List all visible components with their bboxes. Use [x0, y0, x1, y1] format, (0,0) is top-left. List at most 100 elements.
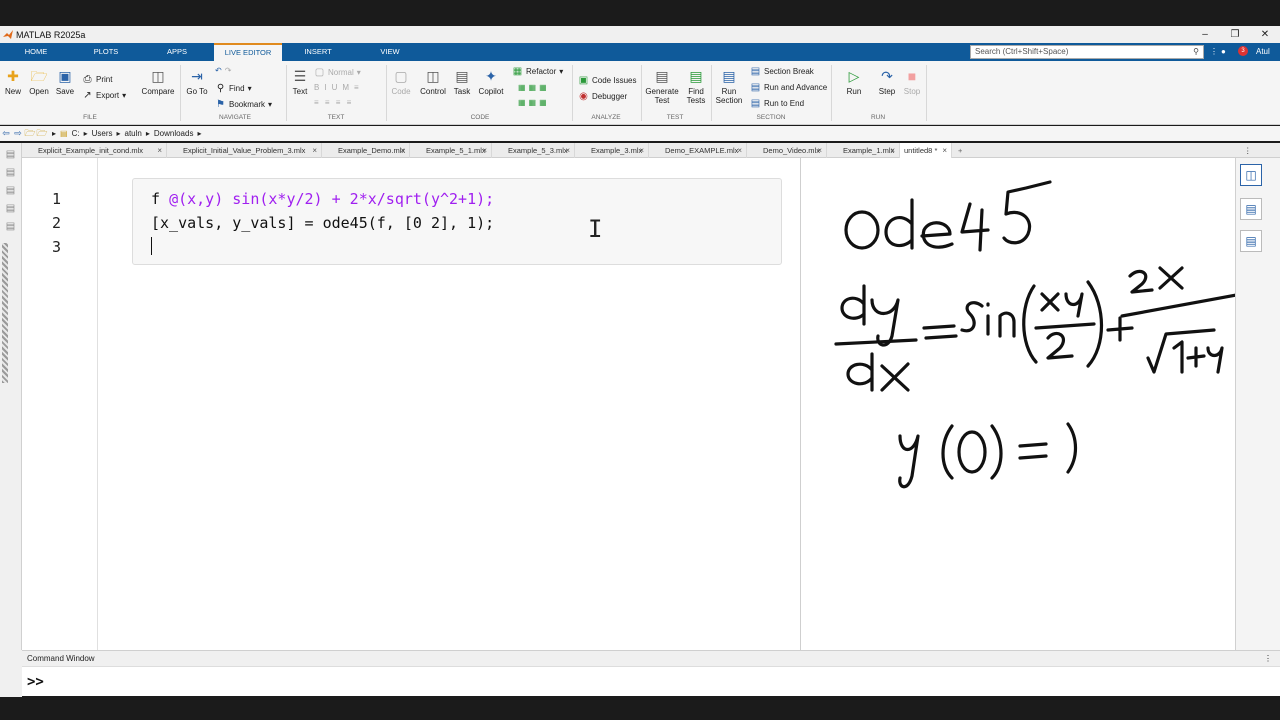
separator — [572, 65, 573, 121]
generate-test-button[interactable]: ▤ Generate Test — [644, 67, 680, 105]
tab-live-editor[interactable]: LIVE EDITOR — [214, 43, 282, 61]
code-block[interactable]: f @(x,y) sin(x*y/2) + 2*x/sqrt(y^2+1); [… — [132, 178, 782, 265]
panel-icon[interactable]: ▤ — [4, 167, 17, 179]
section-break-button[interactable]: ▤ Section Break — [750, 66, 814, 77]
bookmark-button[interactable]: ⚑ Bookmark ▾ — [215, 99, 272, 110]
close-icon[interactable]: × — [157, 143, 162, 158]
new-tab-button[interactable]: + — [956, 143, 970, 158]
task-button[interactable]: ▤ Task — [450, 67, 474, 96]
command-window[interactable]: >> — [22, 666, 1280, 696]
mono-icon: M — [342, 83, 352, 92]
close-icon[interactable]: × — [565, 143, 570, 158]
code-line-2[interactable]: [x_vals, y_vals] = ode45(f, [0 2], 1); — [151, 214, 494, 232]
find-tests-button[interactable]: ▤ Find Tests — [684, 67, 708, 105]
breadcrumb-downloads[interactable]: Downloads — [154, 129, 194, 138]
browse-icon[interactable]: 🗁 — [36, 126, 48, 142]
code-line-1[interactable]: f @(x,y) sin(x*y/2) + 2*x/sqrt(y^2+1); — [151, 190, 494, 208]
text-button[interactable]: ☰ Text — [289, 67, 311, 96]
doc-tab[interactable]: Example_1.mlx × — [827, 143, 900, 158]
refactor-button[interactable]: ▦ Refactor ▾ — [512, 66, 563, 77]
user-name[interactable]: Atul — [1256, 43, 1270, 61]
tab-insert[interactable]: INSERT — [296, 43, 340, 61]
tab-apps[interactable]: APPS — [155, 43, 199, 61]
tab-plots[interactable]: PLOTS — [84, 43, 128, 61]
control-button[interactable]: ◫ Control — [418, 67, 448, 96]
save-button[interactable]: ▣ Save — [54, 67, 76, 96]
help-icon[interactable]: ● — [1221, 43, 1226, 61]
compare-button[interactable]: ◫ Compare — [140, 67, 176, 96]
close-icon[interactable]: × — [639, 143, 644, 158]
format-buttons[interactable]: B I U M ≡ — [314, 83, 361, 92]
copilot-button[interactable]: ✦ Copilot — [476, 67, 506, 96]
code-button[interactable]: ▢ Code — [390, 67, 412, 96]
export-button[interactable]: ↗ Export ▾ — [82, 90, 126, 101]
code-issues-button[interactable]: ▣ Code Issues — [578, 75, 637, 86]
doc-tab-active[interactable]: untitled8 * × — [900, 143, 952, 158]
debugger-icon: ◉ — [579, 91, 588, 102]
output-right-view-icon[interactable]: ◫ — [1240, 164, 1262, 186]
run-advance-label: Run and Advance — [764, 83, 828, 92]
tab-menu-icon[interactable]: ⋮ — [1244, 143, 1254, 158]
run-button[interactable]: ▷ Run — [842, 67, 866, 96]
run-and-advance-button[interactable]: ▤ Run and Advance — [750, 82, 827, 93]
panel-icon[interactable]: ▤ — [4, 149, 17, 161]
print-button[interactable]: ⎙ Print — [82, 74, 113, 85]
back-forward-buttons[interactable]: ↶ ↷ — [215, 66, 231, 75]
text-style-dropdown[interactable]: ▢ Normal ▾ — [314, 67, 361, 78]
goto-button[interactable]: ⇥ Go To — [185, 67, 209, 96]
command-window-menu-icon[interactable]: ⋮ — [1264, 651, 1272, 666]
close-icon[interactable]: × — [817, 143, 822, 158]
restore-button[interactable]: ❐ — [1220, 26, 1250, 43]
forward-arrow-icon[interactable]: ⇨ — [12, 128, 24, 139]
comment-buttons[interactable]: ▦▦▦ — [518, 98, 550, 107]
doc-tab[interactable]: Example_5_1.mlx × — [410, 143, 492, 158]
debugger-button[interactable]: ◉ Debugger — [578, 91, 627, 102]
breadcrumb-users[interactable]: Users — [92, 129, 113, 138]
underline-icon: U — [331, 83, 340, 92]
doc-tab[interactable]: Example_Demo.mlx × — [322, 143, 410, 158]
step-button[interactable]: ↷ Step — [874, 67, 900, 96]
drive-icon: ▤ — [60, 129, 68, 138]
control-label: Control — [420, 87, 446, 96]
doc-tab[interactable]: Explicit_Initial_Value_Problem_3.mlx × — [167, 143, 322, 158]
doc-tab[interactable]: Explicit_Example_init_cond.mlx × — [22, 143, 167, 158]
new-button[interactable]: ✚ New — [2, 67, 24, 96]
doc-tab[interactable]: Example_3.mlx × — [575, 143, 649, 158]
minimize-button[interactable]: – — [1190, 26, 1220, 43]
chevron-down-icon: ▾ — [122, 91, 127, 100]
run-to-end-button[interactable]: ▤ Run to End — [750, 98, 804, 109]
doc-tab[interactable]: Demo_Video.mlx × — [747, 143, 827, 158]
output-inline-view-icon[interactable]: ▤ — [1240, 198, 1262, 220]
doc-tab[interactable]: Example_5_3.mlx × — [492, 143, 575, 158]
hide-code-view-icon[interactable]: ▤ — [1240, 230, 1262, 252]
indent-buttons[interactable]: ▦▦▦ — [518, 83, 550, 92]
panel-icon[interactable]: ▤ — [4, 221, 17, 233]
close-icon[interactable]: × — [312, 143, 317, 158]
tab-view[interactable]: VIEW — [368, 43, 412, 61]
options-icon[interactable]: ⋮ — [1210, 43, 1218, 61]
back-arrow-icon[interactable]: ⇦ — [0, 128, 12, 139]
run-section-button[interactable]: ▤ Run Section — [714, 67, 744, 105]
close-icon[interactable]: × — [942, 143, 947, 158]
folder-up-icon[interactable]: 🗁 — [24, 126, 36, 142]
doc-tab[interactable]: Demo_EXAMPLE.mlx × — [649, 143, 747, 158]
tab-home[interactable]: HOME — [14, 43, 58, 61]
open-button[interactable]: 🗁 Open — [28, 67, 50, 96]
align-buttons[interactable]: ≡ ≡ ≡ ≡ — [314, 98, 353, 107]
output-divider[interactable] — [800, 158, 801, 650]
close-icon[interactable]: × — [482, 143, 487, 158]
code-label: Code — [391, 87, 411, 96]
breadcrumb-atuln[interactable]: atuln — [125, 129, 142, 138]
close-icon[interactable]: × — [400, 143, 405, 158]
close-button[interactable]: ✕ — [1250, 26, 1280, 43]
find-button[interactable]: ⚲ Find ▾ — [215, 83, 252, 94]
breadcrumb-drive[interactable]: C: — [72, 129, 80, 138]
stop-button[interactable]: ■ Stop — [901, 67, 923, 96]
panel-icon[interactable]: ▤ — [4, 203, 17, 215]
close-icon[interactable]: × — [737, 143, 742, 158]
text-icon: ☰ — [293, 68, 307, 84]
panel-icon[interactable]: ▤ — [4, 185, 17, 197]
close-icon[interactable]: × — [890, 143, 895, 158]
search-input[interactable]: Search (Ctrl+Shift+Space) ⚲ — [970, 45, 1204, 59]
notification-badge[interactable]: 3 — [1238, 46, 1248, 56]
